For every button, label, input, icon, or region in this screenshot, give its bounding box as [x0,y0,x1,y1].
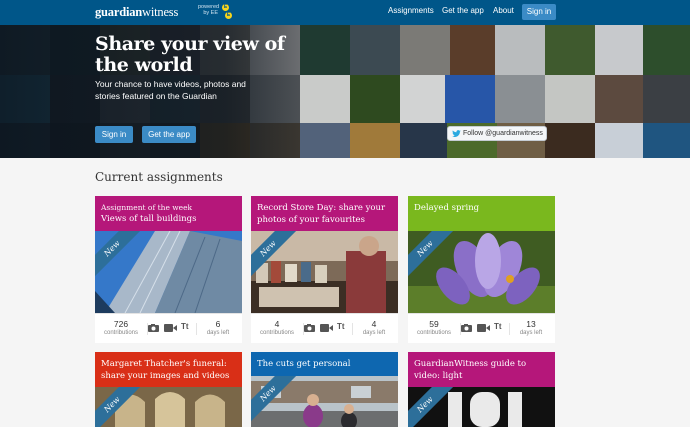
days-left-stat: 6 days left [198,319,238,338]
twitter-bird-icon [452,130,461,137]
assignment-card[interactable]: Assignment of the week Views of tall bui… [95,196,242,343]
card-image[interactable]: New [251,231,398,313]
card-image[interactable]: New [251,376,398,427]
card-header: The cuts get personal [251,352,398,376]
nav-signin-button[interactable]: Sign in [522,4,556,20]
card-title[interactable]: Views of tall buildings [101,213,236,225]
top-bar: guardianwitness powered by EE E E Assign… [0,0,690,25]
logo-thin-text: witness [142,5,179,19]
days-left-stat: 13 days left [511,319,551,338]
days-label: days left [206,330,230,336]
contributions-label: contributions [103,330,139,336]
contributions-label: contributions [416,330,452,336]
card-image[interactable]: New [95,387,242,427]
logo-bold-text: guardian [95,5,143,19]
contributions-count: 726 [113,319,129,329]
card-header: Record Store Day: share your photos of y… [251,196,398,231]
media-types: Tt [460,322,510,335]
hero-signin-button[interactable]: Sign in [95,126,133,143]
contributions-stat: 726 contributions [99,319,143,338]
nav-get-the-app[interactable]: Get the app [442,6,484,15]
card-footer: 4 contributions Tt 4 days left [251,313,398,343]
assignment-card[interactable]: Record Store Day: share your photos of y… [251,196,398,343]
ee-logo: E E [222,3,233,20]
contributions-stat: 59 contributions [412,319,456,338]
ee-letter: E [222,4,229,11]
card-image[interactable]: New [408,387,555,427]
days-label: days left [362,330,386,336]
contributions-stat: 4 contributions [255,319,299,338]
camera-icon [148,324,159,332]
guardianwitness-logo[interactable]: guardianwitness [95,5,178,20]
card-footer: 59 contributions Tt 13 days left [408,313,555,343]
days-count: 4 [371,319,377,329]
video-icon [164,324,177,332]
card-title[interactable]: Margaret Thatcher's funeral: share your … [101,358,236,382]
media-types: Tt [147,322,197,335]
hero-banner: Share your view of the world Your chance… [0,25,690,158]
days-left-stat: 4 days left [354,319,394,338]
card-title[interactable]: GuardianWitness guide to video: light [414,358,549,382]
card-footer: 726 contributions Tt 6 days left [95,313,242,343]
days-count: 6 [215,319,221,329]
section-title: Current assignments [95,170,223,184]
nav-about[interactable]: About [493,6,514,15]
days-label: days left [519,330,543,336]
contributions-label: contributions [259,330,295,336]
follow-label: Follow @guardianwitness [463,130,543,137]
hero-title: Share your view of the world [95,33,285,76]
assignment-card[interactable]: Margaret Thatcher's funeral: share your … [95,352,242,427]
card-title[interactable]: Delayed spring [414,202,549,214]
card-image[interactable]: New [95,231,242,313]
card-header: Assignment of the week Views of tall bui… [95,196,242,231]
days-count: 13 [526,319,536,329]
video-icon [320,324,333,332]
card-title[interactable]: Record Store Day: share your photos of y… [257,202,392,226]
card-header: GuardianWitness guide to video: light [408,352,555,387]
ee-letter: E [225,12,232,19]
card-title[interactable]: The cuts get personal [257,358,392,370]
assignment-card[interactable]: GuardianWitness guide to video: light Ne… [408,352,555,427]
assignment-card[interactable]: The cuts get personal New [251,352,398,427]
powered-by-label: powered by EE [198,4,220,16]
card-header: Delayed spring [408,196,555,231]
contributions-count: 4 [274,319,280,329]
hero-get-app-button[interactable]: Get the app [142,126,196,143]
nav-assignments[interactable]: Assignments [388,6,434,15]
assignment-of-week-label: Assignment of the week [101,203,193,212]
media-types: Tt [303,322,353,335]
text-icon: Tt [337,322,345,331]
card-image[interactable]: New [408,231,555,313]
camera-icon [304,324,315,332]
twitter-follow-button[interactable]: Follow @guardianwitness [447,126,547,141]
contributions-count: 59 [429,319,439,329]
text-icon: Tt [494,322,502,331]
text-icon: Tt [181,322,189,331]
video-icon [477,324,490,332]
card-header: Margaret Thatcher's funeral: share your … [95,352,242,387]
hero-subtitle: Your chance to have videos, photos and s… [95,79,246,101]
assignment-card[interactable]: Delayed spring New 59 contributions Tt 1… [408,196,555,343]
camera-icon [461,324,472,332]
